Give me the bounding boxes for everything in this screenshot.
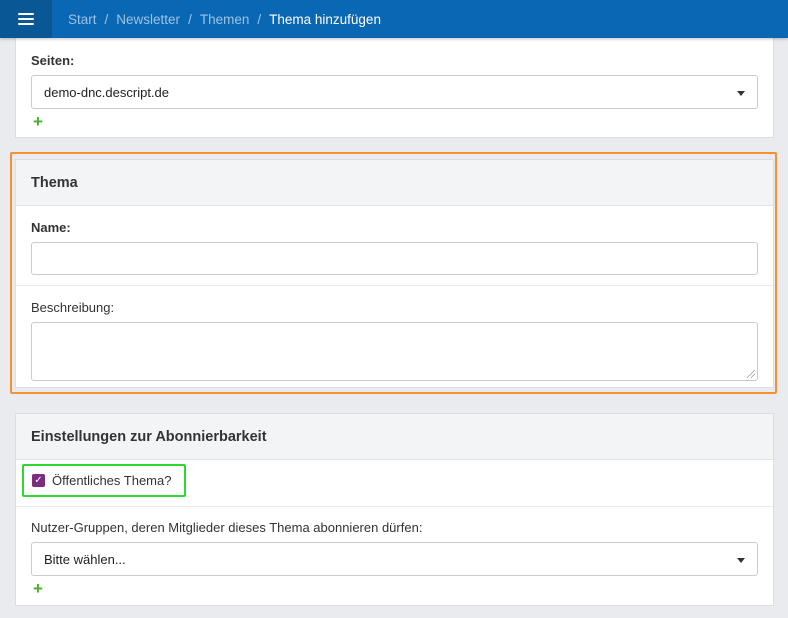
caret-down-icon	[737, 558, 745, 563]
hamburger-icon	[18, 13, 34, 25]
breadcrumb: Start / Newsletter / Themen / Thema hinz…	[68, 0, 381, 38]
groups-select[interactable]: Bitte wählen...	[31, 542, 758, 576]
name-label: Name:	[31, 220, 71, 235]
seiten-label: Seiten:	[31, 53, 75, 68]
breadcrumb-start[interactable]: Start	[68, 12, 97, 27]
groups-select-placeholder: Bitte wählen...	[44, 551, 126, 567]
seiten-card: Seiten: demo-dnc.descript.de +	[15, 30, 774, 138]
public-topic-checkbox[interactable]: ✓	[32, 474, 45, 487]
abonnierbarkeit-card: Einstellungen zur Abonnierbarkeit Nutzer…	[15, 413, 774, 606]
form-divider	[16, 506, 773, 507]
breadcrumb-current: Thema hinzufügen	[269, 11, 381, 27]
breadcrumb-separator: /	[257, 11, 262, 27]
abonnierbarkeit-card-title: Einstellungen zur Abonnierbarkeit	[16, 414, 773, 460]
form-divider	[16, 285, 773, 286]
description-label: Beschreibung:	[31, 300, 115, 315]
thema-card: Thema Name: Beschreibung:	[15, 159, 774, 388]
breadcrumb-themen[interactable]: Themen	[200, 12, 250, 27]
seiten-select[interactable]: demo-dnc.descript.de	[31, 75, 758, 109]
menu-toggle-button[interactable]	[0, 0, 52, 38]
description-textarea[interactable]	[31, 322, 758, 381]
add-seite-plus-icon[interactable]: +	[33, 113, 43, 130]
top-navbar: Start / Newsletter / Themen / Thema hinz…	[0, 0, 788, 38]
breadcrumb-separator: /	[188, 11, 192, 27]
caret-down-icon	[737, 91, 745, 96]
groups-label: Nutzer-Gruppen, deren Mitglieder dieses …	[31, 520, 423, 535]
resize-handle-icon[interactable]	[747, 370, 755, 378]
public-topic-label[interactable]: Öffentliches Thema?	[52, 473, 171, 488]
breadcrumb-separator: /	[104, 11, 109, 27]
breadcrumb-newsletter[interactable]: Newsletter	[116, 12, 180, 27]
seiten-select-value: demo-dnc.descript.de	[44, 84, 170, 100]
thema-card-title: Thema	[16, 160, 773, 206]
add-group-plus-icon[interactable]: +	[33, 580, 43, 597]
name-input[interactable]	[31, 242, 758, 275]
